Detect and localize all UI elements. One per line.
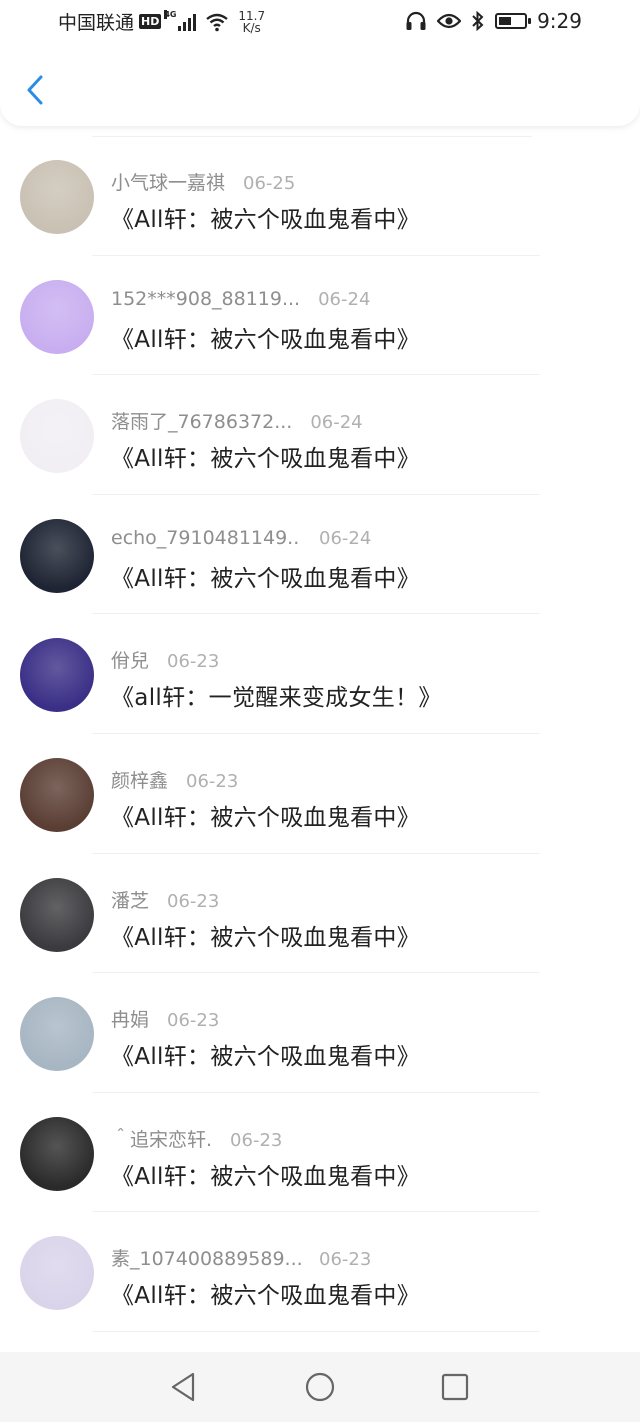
sender-name: 152***908_88119...	[111, 287, 301, 310]
message-row[interactable]: ＾追宋恋轩. 06-23 《All轩：被六个吸血鬼看中》	[0, 1093, 640, 1213]
hd-badge: HD	[139, 14, 162, 29]
avatar[interactable]	[20, 638, 94, 713]
sender-name: 佾兒	[111, 650, 150, 673]
sender-name: 落雨了_76786372...	[111, 411, 293, 434]
battery-icon	[495, 13, 532, 29]
message-date: 06-24	[318, 288, 371, 310]
message-row[interactable]: 落雨了_76786372... 06-24 《All轩：被六个吸血鬼看中》	[0, 375, 640, 495]
sender-name: 颜梓鑫	[111, 769, 169, 792]
status-bar: 中国联通 HD 4G 11.7 K/s 9:29	[0, 0, 640, 44]
carrier-name: 中国联通	[58, 12, 135, 34]
message-row[interactable]: 冉娟 06-23 《All轩：被六个吸血鬼看中》	[0, 973, 640, 1093]
circle-home-icon	[305, 1372, 335, 1402]
battery-level	[499, 17, 512, 25]
nav-home-button[interactable]	[303, 1370, 337, 1404]
message-row[interactable]: echo_7910481149... 06-24 《All轩：被六个吸血鬼看中》	[0, 495, 640, 615]
speed-unit: K/s	[242, 20, 261, 35]
message-meta: 素_107400889589... 06-23	[111, 1244, 371, 1271]
avatar[interactable]	[20, 160, 94, 234]
sender-name: 素_107400889589...	[111, 1248, 301, 1271]
message-meta: 小气球一嘉祺 06-25	[111, 168, 295, 195]
system-nav-bar	[0, 1352, 640, 1422]
square-recents-icon	[441, 1373, 469, 1401]
headphones-icon	[406, 11, 426, 30]
sender-name: 潘芝	[111, 889, 150, 912]
avatar[interactable]	[20, 997, 94, 1072]
triangle-back-icon	[171, 1372, 195, 1402]
avatar[interactable]	[20, 757, 94, 832]
network-type: 4G	[164, 9, 177, 19]
avatar[interactable]	[20, 877, 94, 952]
message-meta: echo_7910481149... 06-24	[111, 527, 371, 549]
chevron-left-icon	[27, 75, 43, 105]
message-date: 06-24	[310, 412, 363, 434]
nav-back-button[interactable]	[166, 1370, 200, 1404]
message-title: 《All轩：被六个吸血鬼看中》	[111, 207, 421, 233]
network-speed: 11.7 K/s	[238, 10, 265, 34]
message-title: 《All轩：被六个吸血鬼看中》	[111, 1163, 421, 1190]
message-meta: 颜梓鑫 06-23	[111, 766, 238, 793]
avatar[interactable]	[20, 1116, 94, 1191]
message-title: 《All轩：被六个吸血鬼看中》	[111, 924, 421, 951]
message-row[interactable]: 素_107400889589... 06-23 《All轩：被六个吸血鬼看中》	[0, 1212, 640, 1332]
message-title: 《all轩：一觉醒来变成女生！》	[111, 685, 442, 712]
message-date: 06-24	[319, 527, 372, 549]
message-row[interactable]: 潘芝 06-23 《All轩：被六个吸血鬼看中》	[0, 854, 640, 974]
sender-name: echo_7910481149...	[111, 526, 301, 549]
message-meta: 落雨了_76786372... 06-24	[111, 407, 363, 434]
app-screen: 中国联通 HD 4G 11.7 K/s 9:29 小气球一嘉祺 06-25 《A…	[0, 0, 640, 1422]
speed-value: 11.7	[238, 8, 266, 23]
status-left: 中国联通 HD 4G 11.7 K/s	[58, 8, 265, 35]
status-right: 9:29	[405, 9, 582, 33]
nav-recents-button[interactable]	[438, 1370, 472, 1404]
message-date: 06-23	[167, 1010, 220, 1032]
message-date: 06-23	[186, 770, 239, 792]
message-row[interactable]: 佾兒 06-23 《all轩：一觉醒来变成女生！》	[0, 614, 640, 734]
message-meta: 152***908_88119... 06-24	[111, 288, 370, 310]
avatar[interactable]	[20, 1236, 94, 1311]
sender-name: 小气球一嘉祺	[111, 172, 226, 194]
back-button[interactable]	[20, 70, 50, 110]
eye-icon	[437, 13, 462, 29]
message-list: 小气球一嘉祺 06-25 《All轩：被六个吸血鬼看中》 152***908_8811…	[0, 136, 640, 1332]
message-title: 《All轩：被六个吸血鬼看中》	[111, 804, 421, 831]
message-title: 《All轩：被六个吸血鬼看中》	[111, 1283, 421, 1310]
top-header-card: 中国联通 HD 4G 11.7 K/s 9:29	[0, 0, 640, 126]
message-date: 06-23	[167, 651, 220, 673]
message-meta: 佾兒 06-23	[111, 646, 219, 673]
message-title: 《All轩：被六个吸血鬼看中》	[111, 446, 421, 473]
clock: 9:29	[537, 9, 582, 33]
message-title: 《All轩：被六个吸血鬼看中》	[111, 565, 421, 592]
message-date: 06-23	[230, 1129, 283, 1151]
bluetooth-icon	[472, 11, 484, 31]
message-meta: 冉娟 06-23	[111, 1005, 219, 1032]
message-row[interactable]: 152***908_88119... 06-24 《All轩：被六个吸血鬼看中》	[0, 256, 640, 376]
message-title: 《All轩：被六个吸血鬼看中》	[111, 1044, 421, 1071]
message-title: 《All轩：被六个吸血鬼看中》	[111, 326, 421, 353]
message-row[interactable]: 小气球一嘉祺 06-25 《All轩：被六个吸血鬼看中》	[0, 136, 640, 256]
avatar[interactable]	[20, 399, 94, 474]
message-date: 06-23	[167, 890, 220, 912]
avatar[interactable]	[20, 279, 94, 354]
row-divider	[92, 1330, 540, 1332]
wifi-icon	[206, 13, 229, 31]
signal-icon: 4G	[164, 9, 197, 31]
message-meta: ＾追宋恋轩. 06-23	[111, 1125, 282, 1152]
sender-name: ＾追宋恋轩.	[111, 1128, 213, 1151]
message-row[interactable]: 颜梓鑫 06-23 《All轩：被六个吸血鬼看中》	[0, 734, 640, 854]
sender-name: 冉娟	[111, 1009, 150, 1032]
avatar[interactable]	[20, 518, 94, 593]
message-date: 06-23	[319, 1249, 372, 1271]
message-date: 06-25	[243, 173, 296, 194]
message-meta: 潘芝 06-23	[111, 886, 219, 913]
